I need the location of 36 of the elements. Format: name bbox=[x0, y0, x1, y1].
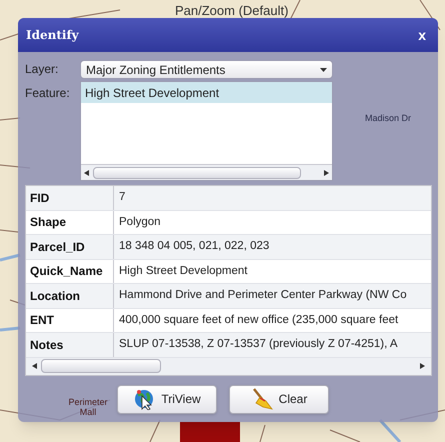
scroll-right-icon[interactable] bbox=[324, 170, 329, 176]
field-name-cell: Quick_Name bbox=[26, 260, 114, 283]
horizontal-scrollbar[interactable] bbox=[26, 358, 431, 374]
field-name-cell: ENT bbox=[26, 308, 114, 332]
field-value-cell-text: 18 348 04 005, 021, 022, 023 bbox=[118, 239, 270, 254]
dialog-title: Identify bbox=[26, 27, 79, 44]
scrollbar-thumb[interactable] bbox=[93, 166, 301, 178]
feature-label: Feature: bbox=[25, 85, 71, 102]
map-tool-label: Pan/Zoom (Default) bbox=[175, 2, 288, 20]
feature-list-item[interactable]: High Street Development bbox=[81, 82, 332, 103]
field-value-cell-text: 400,000 square feet of new office (235,000 square feet bbox=[118, 312, 400, 328]
close-button[interactable]: x bbox=[414, 24, 430, 46]
field-name-cell: FID bbox=[26, 186, 114, 210]
clear-button[interactable]: Clear bbox=[229, 384, 329, 414]
field-name-cell: Parcel_ID bbox=[26, 235, 114, 258]
layer-dropdown[interactable]: Major Zoning Entitlements bbox=[80, 60, 333, 79]
scroll-left-icon[interactable] bbox=[84, 170, 89, 176]
layer-label: Layer: bbox=[25, 61, 60, 78]
field-name-cell: Location bbox=[26, 284, 114, 308]
field-value-cell-text: Hammond Drive and Perimeter Center Parkway (NW Co bbox=[118, 288, 408, 304]
place-label: Perimeter Mall bbox=[67, 397, 108, 417]
scrollbar-thumb[interactable] bbox=[41, 359, 161, 373]
field-value-cell-text: High Street Development bbox=[118, 264, 248, 279]
field-value-cell-text: 7 bbox=[118, 190, 126, 206]
scroll-left-icon[interactable] bbox=[32, 363, 37, 369]
dropdown-caret-icon bbox=[320, 68, 327, 72]
field-name-cell: Notes bbox=[26, 333, 114, 356]
globe-cursor-icon bbox=[133, 388, 156, 410]
field-value-cell-text: SLUP 07-13538, Z 07-13537 (previously Z 07-4251), A bbox=[118, 337, 399, 352]
field-value-cell-text: Polygon bbox=[118, 214, 162, 230]
broom-icon bbox=[250, 388, 273, 410]
horizontal-scrollbar[interactable] bbox=[81, 164, 332, 180]
scroll-right-icon[interactable] bbox=[420, 363, 425, 369]
field-name-cell: Shape bbox=[26, 210, 114, 234]
street-label: Madison Dr bbox=[365, 112, 412, 125]
triview-button[interactable]: TriView bbox=[117, 384, 217, 414]
